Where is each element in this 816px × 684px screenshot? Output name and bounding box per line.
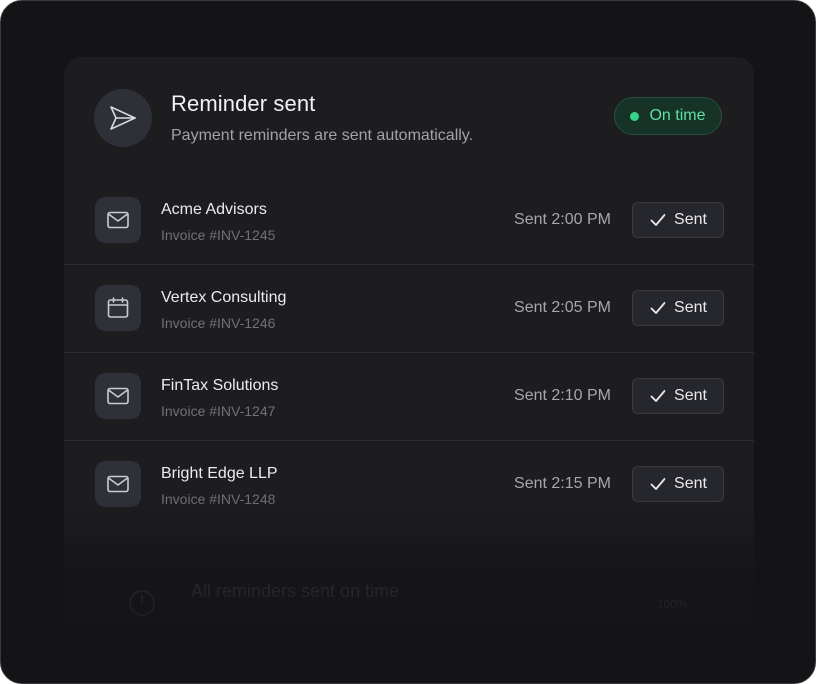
invoice-number: Invoice #INV-1245: [161, 227, 276, 243]
mail-icon: [95, 197, 141, 243]
check-icon: [650, 478, 666, 490]
sent-time: Sent 2:00 PM: [514, 211, 611, 228]
footer-value: 100%: [657, 597, 688, 611]
sent-button-label: Sent: [674, 475, 707, 492]
status-label: On time: [649, 107, 706, 124]
sent-time: Sent 2:05 PM: [514, 299, 611, 316]
reminder-row: Vertex Consulting Invoice #INV-1246 Sent…: [64, 265, 754, 353]
check-icon: [650, 302, 666, 314]
client-name: FinTax Solutions: [161, 377, 279, 394]
client-name: Vertex Consulting: [161, 289, 287, 306]
status-badge: On time: [614, 97, 722, 135]
app-frame: Reminder sent Payment reminders are sent…: [0, 0, 816, 684]
client-name: Acme Advisors: [161, 201, 267, 218]
mail-icon: [95, 461, 141, 507]
sent-button-label: Sent: [674, 299, 707, 316]
sent-button[interactable]: Sent: [632, 290, 724, 326]
invoice-number: Invoice #INV-1247: [161, 403, 276, 419]
reminder-row: Bright Edge LLP Invoice #INV-1248 Sent 2…: [64, 441, 754, 528]
page-title: Reminder sent: [171, 91, 316, 116]
sent-button[interactable]: Sent: [632, 202, 724, 238]
sent-time: Sent 2:10 PM: [514, 387, 611, 404]
page-subtitle: Payment reminders are sent automatically…: [171, 127, 474, 144]
check-icon: [650, 214, 666, 226]
footer-text: All reminders sent on time: [191, 581, 400, 601]
sent-button[interactable]: Sent: [632, 466, 724, 502]
mail-icon: [95, 373, 141, 419]
sent-time: Sent 2:15 PM: [514, 475, 611, 492]
reminder-panel: Reminder sent Payment reminders are sent…: [64, 57, 754, 683]
sent-button-label: Sent: [674, 387, 707, 404]
sent-button[interactable]: Sent: [632, 378, 724, 414]
sent-button-label: Sent: [674, 211, 707, 228]
send-icon: [94, 89, 152, 147]
invoice-number: Invoice #INV-1246: [161, 315, 276, 331]
reminder-list: Acme Advisors Invoice #INV-1245 Sent 2:0…: [64, 177, 754, 528]
reminder-row: Acme Advisors Invoice #INV-1245 Sent 2:0…: [64, 177, 754, 265]
reminder-row: FinTax Solutions Invoice #INV-1247 Sent …: [64, 353, 754, 441]
panel-header: Reminder sent Payment reminders are sent…: [64, 57, 754, 177]
clock-icon: [129, 590, 155, 616]
status-dot-icon: [630, 111, 640, 121]
calendar-icon: [95, 285, 141, 331]
check-icon: [650, 390, 666, 402]
footer-summary: All reminders sent on time 100%: [64, 537, 754, 683]
client-name: Bright Edge LLP: [161, 465, 278, 482]
invoice-number: Invoice #INV-1248: [161, 491, 276, 507]
